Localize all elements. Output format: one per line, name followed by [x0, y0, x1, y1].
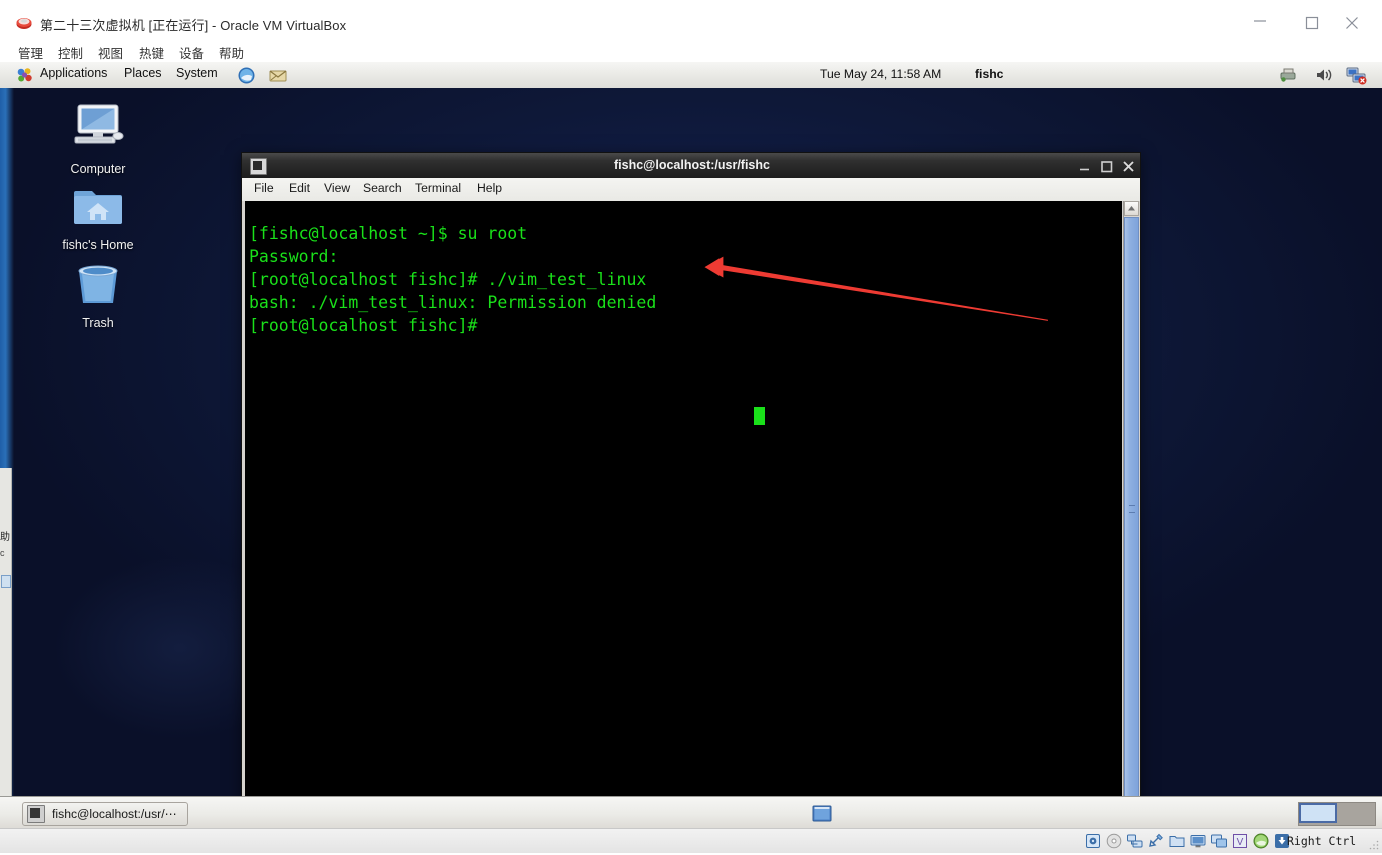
host-menu-manage[interactable]: 管理: [14, 42, 47, 63]
workspace-switcher[interactable]: [1298, 802, 1376, 826]
volume-speaker-icon[interactable]: [1313, 65, 1334, 85]
terminal-menu-help[interactable]: Help: [477, 181, 502, 195]
terminal-window[interactable]: fishc@localhost:/usr/fishc File Edit Vie…: [241, 152, 1141, 796]
home-folder-icon: [43, 183, 153, 234]
terminal-minimize-button[interactable]: [1076, 158, 1093, 175]
trash-icon: [43, 263, 153, 312]
workspace-current[interactable]: [1299, 803, 1337, 823]
host-key-label: Right Ctrl: [1287, 834, 1357, 848]
taskbar-item-label: fishc@localhost:/usr/⋯: [52, 807, 177, 821]
scroll-thumb[interactable]: [1124, 217, 1139, 796]
terminal-menu-view[interactable]: View: [324, 181, 350, 195]
email-client-icon[interactable]: [268, 66, 288, 85]
desktop-icon-home[interactable]: fishc's Home: [43, 183, 153, 252]
guest-additions-icon[interactable]: [1253, 833, 1269, 849]
resize-grip-icon[interactable]: [1369, 837, 1379, 850]
terminal-icon: [27, 805, 45, 823]
display-icon[interactable]: [1190, 833, 1206, 849]
taskbar-item-terminal[interactable]: fishc@localhost:/usr/⋯: [22, 802, 188, 826]
network-adapter-icon[interactable]: [1127, 833, 1143, 849]
desktop-icon-label: Computer: [70, 162, 126, 176]
host-menu-help[interactable]: 帮助: [215, 42, 248, 63]
panel-menu-system[interactable]: System: [176, 66, 218, 80]
desktop-icon-label: Trash: [82, 316, 114, 330]
terminal-titlebar[interactable]: fishc@localhost:/usr/fishc: [241, 152, 1141, 178]
background-window-panel: [0, 468, 12, 796]
terminal-maximize-button[interactable]: [1098, 158, 1115, 175]
host-menu-devices[interactable]: 设备: [175, 42, 208, 63]
terminal-menu-file[interactable]: File: [254, 181, 274, 195]
host-window-title: 第二十三次虚拟机 [正在运行] - Oracle VM VirtualBox: [40, 18, 347, 33]
host-menu-hotkey[interactable]: 热键: [135, 42, 168, 63]
desktop-icon-computer[interactable]: Computer: [43, 103, 153, 176]
shared-folder-icon[interactable]: [1169, 833, 1185, 849]
host-titlebar: 第二十三次虚拟机 [正在运行] - Oracle VM VirtualBox: [0, 0, 1382, 41]
gnome-top-panel: Applications Places System Tue May 24, 1…: [0, 62, 1382, 89]
virtualbox-icon: [16, 15, 32, 30]
host-close-button[interactable]: [1330, 8, 1376, 34]
terminal-menu-edit[interactable]: Edit: [289, 181, 310, 195]
desktop-icon-label: fishc's Home: [62, 238, 134, 252]
host-minimize-button[interactable]: [1238, 8, 1284, 34]
svg-text:V: V: [1237, 837, 1244, 848]
remote-display-icon[interactable]: [1211, 833, 1227, 849]
terminal-output: [fishc@localhost ~]$ su root Password: […: [249, 223, 657, 336]
background-window-text-2: c: [0, 548, 5, 558]
desktop-area[interactable]: 助 c Computer fishc's Home Trash fishc@lo…: [0, 88, 1382, 796]
virtualbox-window: 第二十三次虚拟机 [正在运行] - Oracle VM VirtualBox 管…: [0, 0, 1382, 853]
panel-menu-applications[interactable]: Applications: [40, 66, 107, 80]
desktop-icon-trash[interactable]: Trash: [43, 263, 153, 330]
terminal-scrollbar[interactable]: [1123, 201, 1139, 796]
red-arrow-annotation: [704, 256, 1048, 321]
workspace-pager-icon[interactable]: [810, 804, 834, 823]
terminal-body: [fishc@localhost ~]$ su root Password: […: [241, 201, 1141, 796]
guest-screen: Applications Places System Tue May 24, 1…: [0, 62, 1382, 828]
terminal-menubar: File Edit View Search Terminal Help: [241, 178, 1141, 201]
workspace-other[interactable]: [1337, 803, 1375, 825]
terminal-window-title: fishc@localhost:/usr/fishc: [614, 158, 770, 172]
web-browser-icon[interactable]: [237, 66, 256, 85]
host-menu-view[interactable]: 视图: [94, 42, 127, 63]
terminal-cursor: [754, 407, 765, 425]
background-window-button: [1, 575, 11, 588]
panel-clock[interactable]: Tue May 24, 11:58 AM: [820, 67, 941, 81]
optical-disk-icon[interactable]: [1106, 833, 1122, 849]
scroll-up-arrow[interactable]: [1124, 201, 1139, 216]
computer-icon: [43, 103, 153, 158]
terminal-close-button[interactable]: [1120, 158, 1137, 175]
host-menubar: 管理 控制 视图 热键 设备 帮助: [0, 40, 1382, 62]
panel-menu-places[interactable]: Places: [124, 66, 162, 80]
network-printer-icon[interactable]: [1278, 65, 1299, 85]
host-menu-control[interactable]: 控制: [54, 42, 87, 63]
hard-disk-icon[interactable]: [1085, 833, 1101, 849]
network-disconnected-icon[interactable]: [1346, 65, 1367, 85]
panel-username[interactable]: fishc: [975, 67, 1003, 81]
gnome-bottom-panel: fishc@localhost:/usr/⋯: [0, 796, 1382, 828]
terminal-menu-search[interactable]: Search: [363, 181, 402, 195]
background-window-text-1: 助: [0, 532, 10, 543]
virtualbox-statusbar: V Right Ctrl: [0, 828, 1382, 853]
recording-icon[interactable]: V: [1232, 833, 1248, 849]
terminal-menu-terminal[interactable]: Terminal: [415, 181, 461, 195]
terminal-screen[interactable]: [fishc@localhost ~]$ su root Password: […: [245, 201, 1122, 796]
usb-icon[interactable]: [1148, 833, 1164, 849]
gnome-foot-icon[interactable]: [16, 67, 33, 84]
